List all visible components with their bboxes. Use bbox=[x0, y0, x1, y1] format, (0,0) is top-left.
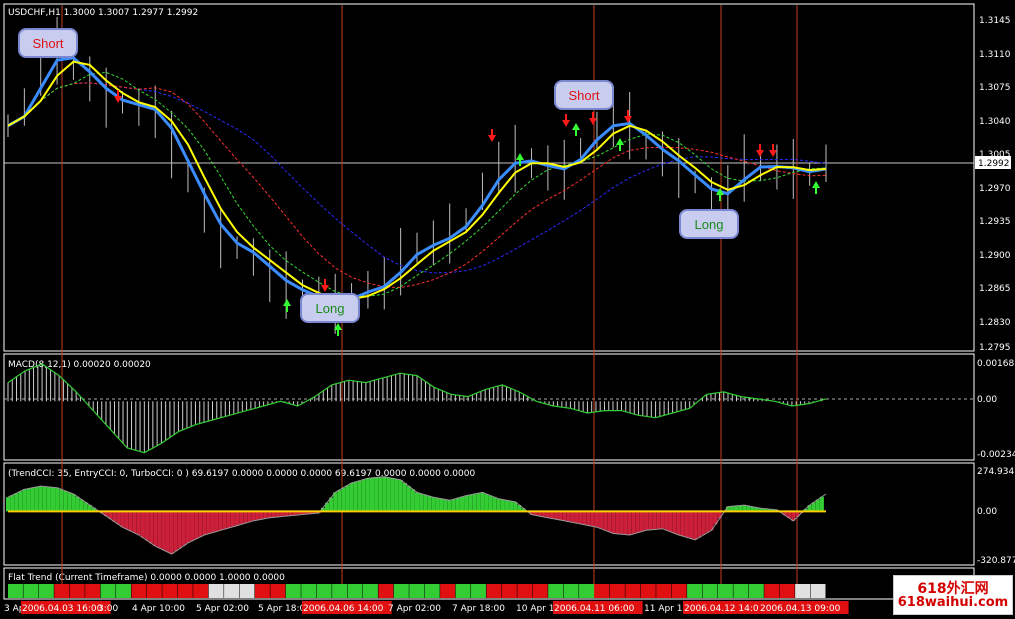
x-axis-tick: 11 Apr 19 bbox=[644, 604, 688, 614]
flat-trend-block bbox=[224, 584, 240, 598]
flat-trend-block bbox=[640, 584, 656, 598]
price-y-tick: 1.2865 bbox=[979, 284, 1011, 294]
flat-trend-block bbox=[301, 584, 317, 598]
x-axis-tick: 10 Apr 1 bbox=[516, 604, 554, 614]
x-axis-tick: 5 Apr 02:00 bbox=[196, 604, 249, 614]
flat-trend-block bbox=[810, 584, 826, 598]
flat-trend-block bbox=[440, 584, 456, 598]
x-axis-tick: 2006.04.12 14:00 bbox=[684, 604, 765, 614]
flat-trend-block bbox=[332, 584, 348, 598]
macd-y-tick: -0.00234 bbox=[977, 450, 1015, 460]
signal-callout: Short bbox=[554, 80, 614, 110]
price-y-tick: 1.3145 bbox=[979, 16, 1011, 26]
flat-trend-block bbox=[486, 584, 502, 598]
flat-trend-block bbox=[625, 584, 641, 598]
flat-trend-block bbox=[116, 584, 131, 598]
price-y-tick: 1.3040 bbox=[979, 117, 1011, 127]
x-axis-tick: 2006.04.13 09:00 bbox=[760, 604, 841, 614]
price-y-tick: 1.2795 bbox=[979, 343, 1011, 353]
flat-trend-block bbox=[162, 584, 178, 598]
flat-trend-block bbox=[193, 584, 209, 598]
flat-trend-block bbox=[471, 584, 486, 598]
flat-trend-block bbox=[85, 584, 101, 598]
flat-trend-block bbox=[563, 584, 579, 598]
flat-trend-block bbox=[409, 584, 425, 598]
current-price-label: 1.2992 bbox=[978, 159, 1010, 169]
price-panel-frame bbox=[3, 3, 975, 352]
price-y-tick: 1.2830 bbox=[979, 318, 1011, 328]
flat-trend-block bbox=[779, 584, 795, 598]
cci-y-tick: -320.8779 bbox=[977, 556, 1015, 566]
signal-callout-label: Short bbox=[568, 88, 599, 103]
flat-panel-header: Flat Trend (Current Timeframe) 0.0000 0.… bbox=[8, 573, 285, 583]
flat-trend-block bbox=[455, 584, 471, 598]
x-axis-tick: 2006.04.03 16:00 bbox=[22, 604, 103, 614]
x-axis-tick: 4 Apr 10:00 bbox=[132, 604, 185, 614]
price-y-axis: 1.3145 1.3110 1.3075 1.3040 1.3005 1.297… bbox=[979, 16, 1011, 353]
flat-trend-block bbox=[424, 584, 440, 598]
signal-callout-label: Long bbox=[316, 301, 345, 316]
flat-trend-block bbox=[69, 584, 85, 598]
flat-trend-block bbox=[54, 584, 70, 598]
price-y-tick: 1.2935 bbox=[979, 217, 1011, 227]
x-axis-tick: 3:00 bbox=[98, 604, 118, 614]
cci-panel-header: (TrendCCI: 35, EntryCCI: 0, TurboCCI: 0 … bbox=[8, 469, 475, 479]
flat-trend-block bbox=[671, 584, 687, 598]
signal-callout: Long bbox=[300, 293, 360, 323]
flat-trend-block bbox=[146, 584, 162, 598]
watermark: 618外汇网 618waihui.com bbox=[893, 575, 1013, 615]
flat-trend-block bbox=[177, 584, 193, 598]
flat-trend-block bbox=[131, 584, 147, 598]
flat-trend-block bbox=[579, 584, 594, 598]
flat-trend-block bbox=[393, 584, 409, 598]
flat-trend-block bbox=[748, 584, 764, 598]
flat-trend-block bbox=[795, 584, 811, 598]
price-y-tick: 1.3075 bbox=[979, 83, 1011, 93]
flat-trend-block bbox=[285, 584, 301, 598]
flat-trend-block bbox=[609, 584, 625, 598]
watermark-line2: 618waihui.com bbox=[897, 595, 1009, 610]
signal-callout-label: Long bbox=[695, 217, 724, 232]
flat-trend-block bbox=[733, 584, 749, 598]
x-axis-tick: 7 Apr 18:00 bbox=[452, 604, 505, 614]
x-axis-tick: 2006.04.11 06:00 bbox=[554, 604, 635, 614]
macd-y-tick: 0.00 bbox=[977, 395, 997, 405]
flat-trend-block bbox=[239, 584, 255, 598]
flat-trend-block bbox=[501, 584, 517, 598]
price-y-tick: 1.2900 bbox=[979, 251, 1011, 261]
flat-trend-block bbox=[517, 584, 533, 598]
cci-y-tick: 274.9347 bbox=[977, 467, 1015, 477]
flat-trend-block bbox=[208, 584, 224, 598]
flat-trend-block bbox=[254, 584, 270, 598]
flat-trend-block bbox=[100, 584, 116, 598]
signal-callout: Short bbox=[18, 28, 78, 58]
cci-y-tick: 0.00 bbox=[977, 507, 997, 517]
signal-callout-label: Short bbox=[32, 36, 63, 51]
flat-trend-block bbox=[532, 584, 548, 598]
flat-trend-block bbox=[38, 584, 54, 598]
x-axis-tick: 2006.04.06 14:00 bbox=[303, 604, 384, 614]
flat-trend-block bbox=[687, 584, 703, 598]
price-y-tick: 1.2970 bbox=[979, 184, 1011, 194]
flat-trend-block bbox=[764, 584, 780, 598]
flat-trend-block bbox=[548, 584, 564, 598]
signal-callout: Long bbox=[679, 209, 739, 239]
price-panel-header: USDCHF,H1 1.3000 1.3007 1.2977 1.2992 bbox=[8, 8, 198, 18]
x-axis-tick: 7 Apr 02:00 bbox=[388, 604, 441, 614]
flat-trend-block bbox=[702, 584, 718, 598]
macd-y-tick: 0.00168 bbox=[977, 359, 1014, 369]
x-axis-tick: 5 Apr 18:0 bbox=[258, 604, 306, 614]
flat-trend-block bbox=[378, 584, 394, 598]
forex-chart: USDCHF,H1 1.3000 1.3007 1.2977 1.2992 MA… bbox=[3, 3, 1015, 614]
price-y-tick: 1.3110 bbox=[979, 50, 1011, 60]
flat-trend-block bbox=[717, 584, 733, 598]
flat-trend-block bbox=[347, 584, 363, 598]
flat-trend-block bbox=[594, 584, 610, 598]
flat-trend-block bbox=[656, 584, 672, 598]
flat-trend-block bbox=[23, 584, 39, 598]
flat-trend-block bbox=[270, 584, 286, 598]
flat-trend-block bbox=[8, 584, 23, 598]
flat-trend-block bbox=[316, 584, 332, 598]
flat-trend-block bbox=[362, 584, 378, 598]
